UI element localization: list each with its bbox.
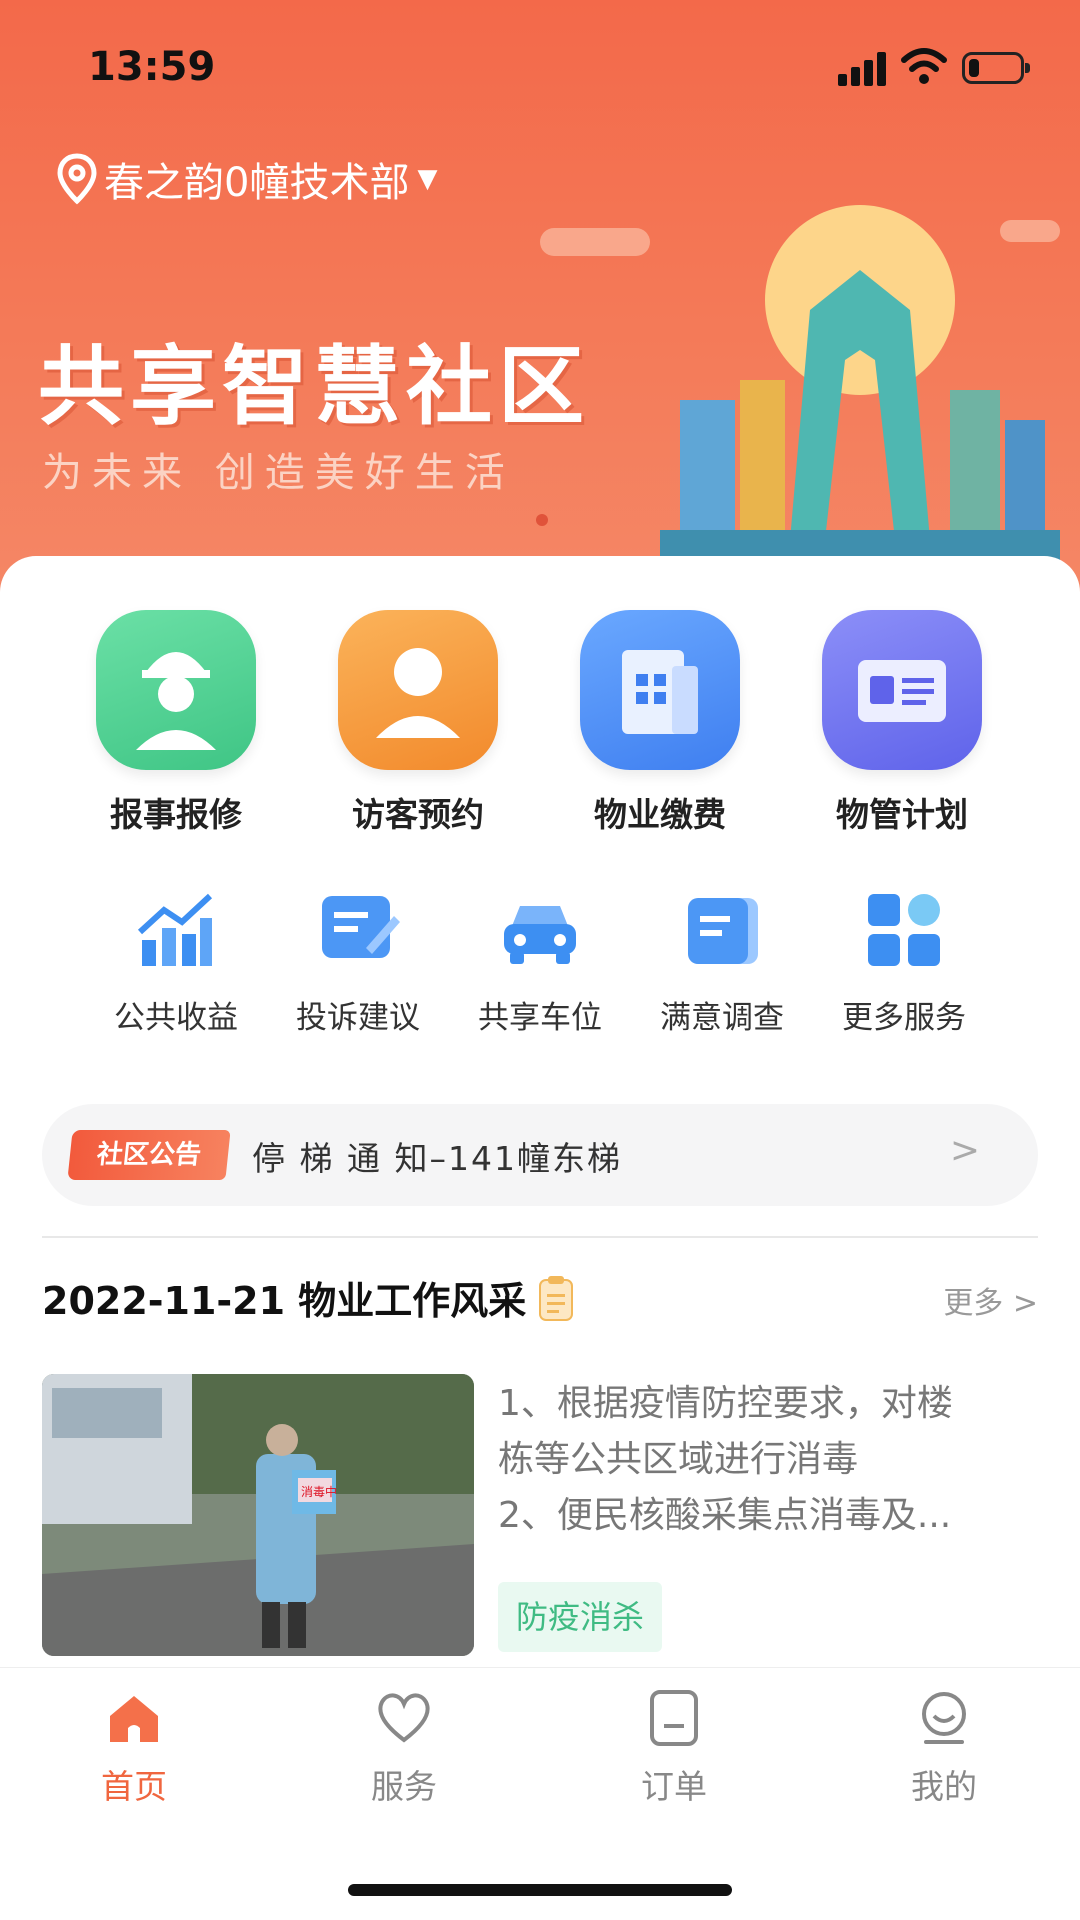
chevron-right-icon: > bbox=[949, 1130, 980, 1171]
location-name: 春之韵0幢技术部 bbox=[104, 160, 410, 206]
service-label: 报事报修 bbox=[110, 795, 242, 834]
bottom-tab-bar: 首页 服务 订单 我的 bbox=[0, 1668, 1080, 1920]
news-tag[interactable]: 防疫消杀 bbox=[498, 1582, 663, 1652]
tab-orders[interactable]: 订单 bbox=[574, 1688, 774, 1808]
service-label: 访客预约 bbox=[352, 795, 484, 834]
service-label: 物管计划 bbox=[836, 795, 968, 834]
secondary-services: 公共收益 投诉建议 共享车位 满意调查 更多服务 bbox=[0, 888, 1080, 1048]
cloud-decoration bbox=[540, 228, 650, 256]
news-line: 栋等公共区域进行消毒 bbox=[498, 1439, 859, 1480]
hero-banner[interactable]: 13:59 春之韵0幢技术部 ▼ 共享智慧社区 为未来 创造美好生活 bbox=[0, 0, 1080, 600]
survey-icon bbox=[688, 898, 758, 964]
signal-icon bbox=[838, 52, 888, 86]
tab-label: 订单 bbox=[641, 1767, 707, 1806]
carousel-indicator bbox=[536, 514, 548, 526]
service-label: 更多服务 bbox=[842, 1000, 966, 1036]
news-section-title: 2022-11-21 物业工作风采 bbox=[42, 1270, 574, 1325]
news-more-label: 更多 bbox=[943, 1286, 1004, 1321]
service-more[interactable]: 更多服务 bbox=[814, 888, 994, 1037]
community-notice-bar[interactable]: 社区公告 停 梯 通 知–141幢东梯 > bbox=[42, 1104, 1038, 1206]
building-icon bbox=[580, 610, 740, 770]
service-payment[interactable]: 物业缴费 bbox=[540, 610, 780, 836]
growth-chart-icon bbox=[137, 893, 213, 966]
map-pin-icon bbox=[57, 153, 97, 205]
car-icon bbox=[504, 906, 576, 964]
news-more-link[interactable]: 更多 > bbox=[943, 1278, 1038, 1322]
service-plan[interactable]: 物管计划 bbox=[782, 610, 1022, 836]
worker-icon bbox=[96, 610, 256, 770]
news-title-text: 2022-11-21 物业工作风采 bbox=[42, 1279, 527, 1323]
service-visitor[interactable]: 访客预约 bbox=[298, 610, 538, 836]
clipboard-icon bbox=[539, 1275, 574, 1321]
banner-subtitle: 为未来 创造美好生活 bbox=[42, 450, 515, 496]
divider bbox=[42, 1236, 1038, 1238]
home-indicator[interactable] bbox=[348, 1884, 732, 1896]
news-description: 1、根据疫情防控要求，对楼 栋等公共区域进行消毒 2、便民核酸采集点消毒及... bbox=[498, 1376, 1018, 1544]
service-label: 共享车位 bbox=[478, 1000, 602, 1036]
banner-title: 共享智慧社区 bbox=[38, 337, 590, 437]
service-parking[interactable]: 共享车位 bbox=[450, 888, 630, 1037]
tab-profile[interactable]: 我的 bbox=[844, 1688, 1044, 1808]
tab-home[interactable]: 首页 bbox=[34, 1688, 234, 1808]
wifi-icon bbox=[901, 48, 947, 84]
news-line: 1、根据疫情防控要求，对楼 bbox=[498, 1383, 953, 1424]
heart-icon bbox=[378, 1693, 430, 1743]
city-skyline-illustration bbox=[660, 205, 1060, 560]
service-public-income[interactable]: 公共收益 bbox=[86, 888, 266, 1037]
battery-icon bbox=[962, 52, 1030, 84]
order-icon bbox=[650, 1690, 698, 1746]
notice-text: 停 梯 通 知–141幢东梯 bbox=[252, 1139, 622, 1178]
photo-sign-text: 消毒中 bbox=[301, 1484, 337, 1499]
service-complaint[interactable]: 投诉建议 bbox=[268, 888, 448, 1037]
grid-icon bbox=[868, 894, 940, 966]
tab-services[interactable]: 服务 bbox=[304, 1688, 504, 1808]
location-selector[interactable]: 春之韵0幢技术部 ▼ bbox=[56, 150, 437, 208]
visitor-icon bbox=[338, 610, 498, 770]
notice-badge: 社区公告 bbox=[67, 1130, 231, 1180]
news-photo-illustration: 消毒中 bbox=[42, 1374, 474, 1656]
status-time: 13:59 bbox=[88, 44, 216, 90]
news-photo[interactable]: 消毒中 bbox=[42, 1374, 474, 1656]
service-label: 公共收益 bbox=[114, 1000, 238, 1036]
service-label: 投诉建议 bbox=[296, 1000, 420, 1036]
tab-label: 我的 bbox=[911, 1767, 977, 1806]
primary-services: 报事报修 访客预约 物业缴费 物管计划 bbox=[0, 610, 1080, 834]
tab-label: 首页 bbox=[101, 1767, 167, 1806]
service-label: 满意调查 bbox=[660, 1000, 784, 1036]
status-bar: 13:59 bbox=[0, 0, 1080, 140]
chevron-down-icon: ▼ bbox=[417, 164, 438, 194]
home-icon bbox=[110, 1696, 158, 1742]
service-survey[interactable]: 满意调查 bbox=[632, 888, 812, 1037]
news-line: 2、便民核酸采集点消毒及... bbox=[498, 1495, 952, 1536]
tab-label: 服务 bbox=[371, 1767, 437, 1806]
card-icon bbox=[822, 610, 982, 770]
profile-icon bbox=[922, 1692, 966, 1744]
service-label: 物业缴费 bbox=[594, 795, 726, 834]
service-repair[interactable]: 报事报修 bbox=[56, 610, 296, 836]
edit-note-icon bbox=[322, 896, 400, 958]
